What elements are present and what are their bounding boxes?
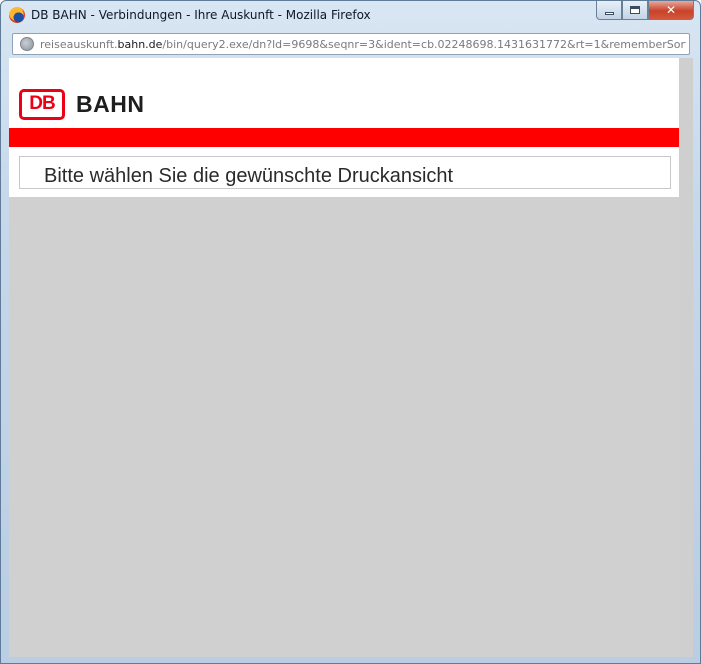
db-bahn-logo[interactable]: DB BAHN [19, 88, 144, 120]
url-text[interactable]: reiseauskunft.bahn.de/bin/query2.exe/dn?… [40, 38, 686, 51]
print-view-prompt: Bitte wählen Sie die gewünschte Druckans… [44, 165, 454, 187]
globe-icon[interactable] [20, 37, 34, 51]
maximize-button[interactable] [622, 1, 648, 20]
maximize-icon [630, 6, 640, 14]
url-host: bahn.de [117, 38, 163, 51]
firefox-icon [9, 7, 25, 23]
print-page: DB BAHN Bitte wählen Sie die gewünschte … [9, 58, 679, 197]
minimize-button[interactable] [596, 1, 622, 20]
url-path: /bin/query2.exe/dn?ld=9698&seqnr=3&ident… [162, 38, 686, 51]
browser-window: DB BAHN - Verbindungen - Ihre Auskunft -… [0, 0, 701, 664]
scrollbar-gutter[interactable] [679, 58, 693, 657]
window-title: DB BAHN - Verbindungen - Ihre Auskunft -… [31, 8, 371, 22]
title-bar[interactable]: DB BAHN - Verbindungen - Ihre Auskunft -… [1, 1, 700, 29]
print-view-selection: Bitte wählen Sie die gewünschte Druckans… [19, 156, 671, 189]
url-prefix: reiseauskunft. [40, 38, 118, 51]
minimize-icon [604, 11, 614, 15]
db-logo-mark: DB [19, 88, 65, 120]
close-button[interactable]: ✕ [648, 1, 694, 20]
brand-stripe [9, 128, 679, 147]
bahn-wordmark: BAHN [76, 90, 145, 117]
content-viewport: DB BAHN Bitte wählen Sie die gewünschte … [9, 58, 693, 657]
window-controls: ✕ [596, 1, 694, 21]
close-icon: ✕ [665, 3, 677, 17]
url-bar[interactable]: reiseauskunft.bahn.de/bin/query2.exe/dn?… [12, 33, 690, 55]
